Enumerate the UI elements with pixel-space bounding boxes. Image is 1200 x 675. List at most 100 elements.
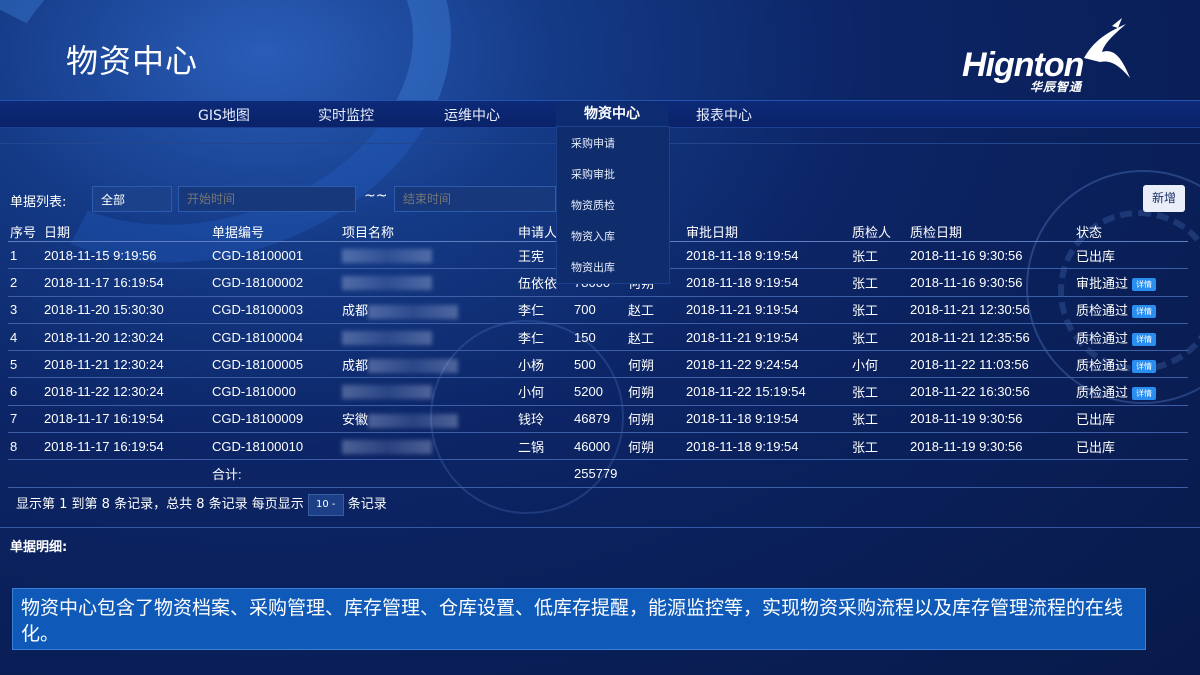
- cell-status-text: 质检通过: [1076, 385, 1129, 401]
- date-separator: ~~: [364, 188, 388, 204]
- cell-no: 5: [8, 350, 42, 379]
- cell-date: 2018-11-17 16:19:54: [42, 432, 210, 461]
- cell-applicant-text: 小何: [518, 385, 545, 401]
- nav-ops-center[interactable]: 运维中心: [444, 105, 500, 125]
- cell-project: [340, 323, 516, 352]
- cell-inspect-date: 2018-11-19 9:30:56: [908, 432, 1074, 461]
- table-row[interactable]: 8 2018-11-17 16:19:54 CGD-18100010 二锅 46000 何…: [8, 432, 1188, 461]
- cell-status: 已出库: [1074, 241, 1188, 270]
- cell-date-text: 2018-11-17 16:19:54: [44, 411, 164, 427]
- detail-button[interactable]: 详情: [1132, 332, 1157, 346]
- redacted-mark: [342, 248, 432, 263]
- cell-applicant: 小杨: [516, 350, 572, 379]
- cell-applicant: 李仁: [516, 296, 572, 324]
- cell-amount: 700: [572, 296, 626, 324]
- cell-status: 已出库: [1074, 432, 1188, 461]
- nav-material-center[interactable]: 物资中心: [556, 101, 668, 127]
- detail-button[interactable]: 详情: [1132, 278, 1157, 291]
- cell-date: 2018-11-15 9:19:56: [42, 241, 210, 270]
- cell-inspector-text: 张工: [852, 385, 879, 401]
- cell-date-text: 2018-11-20 15:30:30: [44, 302, 164, 318]
- pager-text: 显示第 1 到第 8 条记录，总共 8 条记录 每页显示: [16, 497, 304, 512]
- nav-realtime-monitor[interactable]: 实时监控: [318, 105, 374, 125]
- detail-button[interactable]: 详情: [1132, 305, 1157, 319]
- col-code: 单据编号: [210, 222, 340, 242]
- cell-approver-text: 赵工: [628, 330, 655, 346]
- cell-status: 质检通过 详情: [1074, 377, 1188, 406]
- start-date-input[interactable]: [178, 186, 356, 212]
- cell-date-text: 2018-11-17 16:19:54: [44, 274, 164, 290]
- cell-approver-text: 何朔: [628, 357, 655, 373]
- cell-inspector: 张工: [850, 405, 908, 434]
- cell-status-text: 质检通过: [1076, 330, 1129, 346]
- cell-project: [340, 268, 516, 297]
- cell-applicant-text: 小杨: [518, 357, 545, 373]
- pager-suffix: 条记录: [347, 497, 387, 512]
- menu-item-stock-in[interactable]: 物资入库: [557, 223, 669, 251]
- cell-no-text: 5: [10, 356, 18, 372]
- menu-item-stock-out[interactable]: 物资出库: [557, 254, 669, 282]
- cell-inspect-date: 2018-11-22 16:30:56: [908, 377, 1074, 406]
- cell-inspect-date: 2018-11-16 9:30:56: [908, 268, 1074, 297]
- logo-subtext: 华辰智通: [1030, 80, 1083, 94]
- end-date-input[interactable]: [394, 186, 556, 212]
- cell-applicant-text: 王宪: [518, 248, 545, 264]
- cell-status-text: 质检通过: [1076, 303, 1129, 319]
- cell-date-text: 2018-11-22 12:30:24: [44, 384, 164, 400]
- table-row[interactable]: 3 2018-11-20 15:30:30 CGD-18100003 成都 李仁 700 赵…: [8, 296, 1188, 324]
- cell-date: 2018-11-20 12:30:24: [42, 323, 210, 352]
- cell-approve-date: 2018-11-21 9:19:54: [684, 296, 850, 324]
- pagination: 显示第 1 到第 8 条记录，总共 8 条记录 每页显示 10 - 条记录: [16, 493, 387, 516]
- cell-no-text: 1: [10, 247, 18, 263]
- type-select[interactable]: 全部: [92, 186, 172, 212]
- cell-applicant: 小何: [516, 377, 572, 406]
- table-row[interactable]: 6 2018-11-22 12:30:24 CGD-1810000 小何 5200 何朔 2…: [8, 377, 1188, 406]
- cell-inspect-date: 2018-11-21 12:30:56: [908, 296, 1074, 324]
- cell-project: 成都: [340, 350, 516, 379]
- nav-gis-map[interactable]: GIS地图: [198, 105, 250, 125]
- col-date: 日期: [42, 222, 210, 242]
- add-button[interactable]: 新增: [1143, 185, 1185, 212]
- cell-approver: 何朔: [626, 432, 684, 461]
- cell-approve-date-text: 2018-11-18 9:19:54: [686, 438, 799, 454]
- menu-item-purchase-request[interactable]: 采购申请: [557, 130, 669, 158]
- caption-box: 物资中心包含了物资档案、采购管理、库存管理、仓库设置、低库存提醒，能源监控等，实…: [12, 588, 1146, 650]
- cell-approve-date-text: 2018-11-18 9:19:54: [686, 411, 799, 427]
- cell-status: 质检通过 详情: [1074, 296, 1188, 324]
- menu-item-purchase-approval[interactable]: 采购审批: [557, 161, 669, 189]
- cell-amount: 46000: [572, 432, 626, 461]
- cell-project: 成都: [340, 296, 516, 324]
- main-nav: GIS地图 实时监控 运维中心 物资中心 报表中心: [0, 100, 1200, 128]
- cell-code: CGD-18100010: [210, 432, 340, 461]
- cell-inspect-date-text: 2018-11-19 9:30:56: [910, 411, 1023, 427]
- cell-inspect-date-text: 2018-11-16 9:30:56: [910, 274, 1023, 290]
- cell-approve-date-text: 2018-11-21 9:19:54: [686, 302, 799, 318]
- nav-report-center[interactable]: 报表中心: [696, 105, 752, 125]
- table-row[interactable]: 7 2018-11-17 16:19:54 CGD-18100009 安徽 钱玲 4687…: [8, 405, 1188, 434]
- page-size-select[interactable]: 10 -: [307, 493, 344, 516]
- cell-applicant-text: 二锅: [518, 439, 545, 455]
- detail-button[interactable]: 详情: [1132, 387, 1157, 401]
- cell-code: CGD-18100004: [210, 323, 340, 352]
- cell-applicant-text: 钱玲: [518, 412, 545, 428]
- cell-inspector: 张工: [850, 296, 908, 324]
- table-row[interactable]: 4 2018-11-20 12:30:24 CGD-18100004 李仁 150 赵工 2…: [8, 323, 1188, 352]
- cell-date-text: 2018-11-21 12:30:24: [44, 356, 164, 372]
- total-label: 合计:: [210, 459, 340, 488]
- cell-date-text: 2018-11-20 12:30:24: [44, 329, 164, 345]
- cell-approve-date-text: 2018-11-22 15:19:54: [686, 384, 806, 400]
- cell-approve-date-text: 2018-11-18 9:19:54: [686, 247, 799, 263]
- detail-button[interactable]: 详情: [1132, 359, 1157, 373]
- table-row[interactable]: 5 2018-11-21 12:30:24 CGD-18100005 成都 小杨 500 何…: [8, 350, 1188, 379]
- cell-amount: 500: [572, 350, 626, 379]
- cell-inspector-text: 张工: [852, 439, 879, 455]
- cell-applicant-text: 伍依依: [518, 275, 558, 291]
- cell-approve-date: 2018-11-18 9:19:54: [684, 432, 850, 461]
- cell-inspector-text: 张工: [852, 275, 879, 291]
- cell-no: 1: [8, 241, 42, 270]
- nav-material-center-label: 物资中心: [584, 106, 640, 122]
- menu-item-quality-inspection[interactable]: 物资质检: [557, 192, 669, 220]
- cell-applicant: 钱玲: [516, 405, 572, 434]
- cell-inspector-text: 张工: [852, 248, 879, 264]
- cell-amount-text: 46879: [574, 411, 611, 427]
